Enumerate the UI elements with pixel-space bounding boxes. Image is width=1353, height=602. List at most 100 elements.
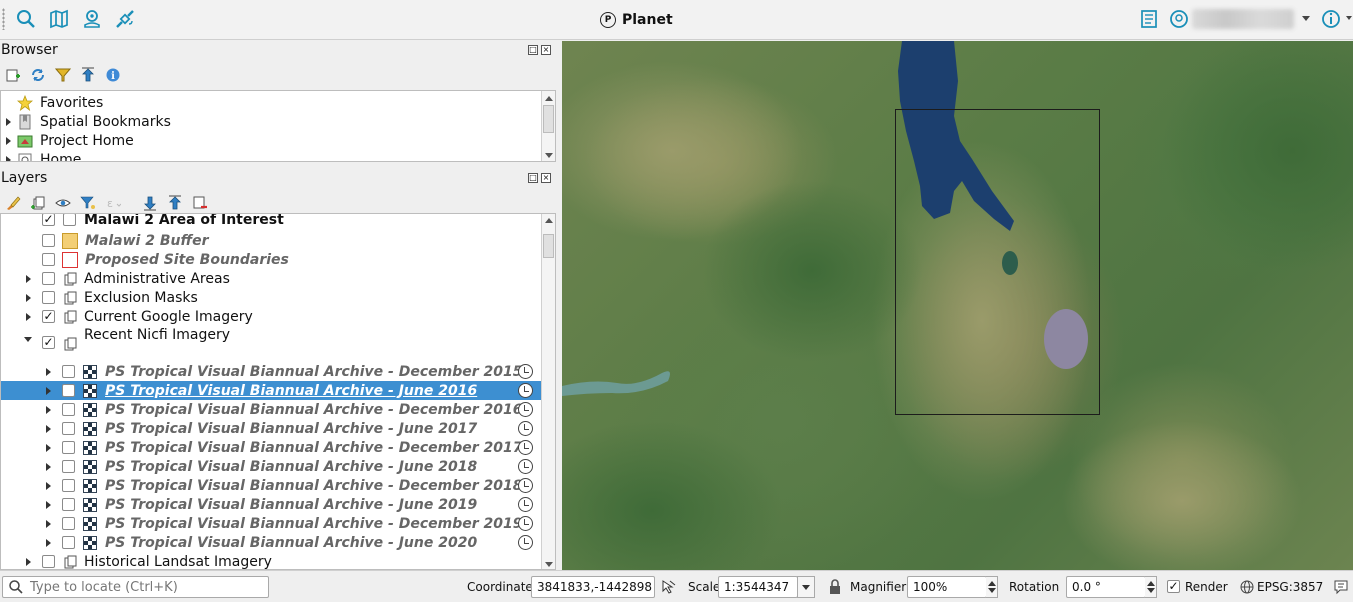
layers-close-icon[interactable]: × (541, 173, 551, 183)
layer-checkbox[interactable] (42, 291, 55, 304)
expand-arrow-icon[interactable] (44, 519, 52, 528)
layer-row-archive[interactable]: PS Tropical Visual Biannual Archive - De… (1, 476, 541, 495)
temporal-clock-icon[interactable] (518, 516, 533, 531)
layer-row-archive[interactable]: PS Tropical Visual Biannual Archive - Ju… (1, 533, 541, 552)
locator-search-input[interactable]: Type to locate (Ctrl+K) (2, 576, 269, 598)
layer-row-archive[interactable]: PS Tropical Visual Biannual Archive - De… (1, 400, 541, 419)
temporal-clock-icon[interactable] (518, 402, 533, 417)
layer-row-archive[interactable]: PS Tropical Visual Biannual Archive - Ju… (1, 419, 541, 438)
magnifier-spinner[interactable] (986, 576, 998, 598)
temporal-clock-icon[interactable] (518, 535, 533, 550)
layer-checkbox[interactable] (62, 365, 75, 378)
layer-group-recent-nicfi-imagery[interactable]: ✓ Recent Nicfi Imagery (1, 326, 541, 351)
layers-scrollbar[interactable] (541, 214, 555, 569)
magnifier-field[interactable]: 100% (907, 576, 987, 598)
browser-close-icon[interactable]: × (541, 45, 551, 55)
coordinate-field[interactable]: 3841833,-1442898 (531, 576, 655, 598)
expand-arrow-icon[interactable] (44, 538, 52, 547)
layer-checkbox[interactable] (42, 253, 55, 266)
layer-checkbox[interactable] (62, 384, 75, 397)
browser-item-spatial-bookmarks[interactable]: Spatial Bookmarks (1, 112, 541, 131)
scroll-up-icon[interactable] (545, 96, 553, 101)
render-checkbox[interactable]: ✓ (1167, 580, 1180, 593)
expand-arrow-icon[interactable] (4, 117, 12, 126)
satellite-icon[interactable] (112, 6, 138, 32)
crs-globe-icon[interactable] (1240, 580, 1254, 594)
rotation-spinner[interactable] (1145, 576, 1157, 598)
expand-all-icon[interactable] (141, 194, 159, 212)
collapse-arrow-icon[interactable] (24, 335, 32, 343)
expand-arrow-icon[interactable] (24, 557, 32, 566)
add-group-icon[interactable] (29, 194, 47, 212)
layer-checkbox[interactable]: ✓ (42, 336, 55, 349)
filter-icon[interactable] (54, 66, 72, 84)
add-layer-icon[interactable] (4, 66, 22, 84)
basemaps-map-icon[interactable] (46, 6, 72, 32)
expand-arrow-icon[interactable] (44, 424, 52, 433)
layer-row-archive[interactable]: PS Tropical Visual Biannual Archive - De… (1, 514, 541, 533)
refresh-icon[interactable] (29, 66, 47, 84)
expand-arrow-icon[interactable] (44, 481, 52, 490)
visibility-eye-icon[interactable] (54, 194, 72, 212)
layer-group-administrative-areas[interactable]: Administrative Areas (1, 269, 541, 288)
temporal-clock-icon[interactable] (518, 383, 533, 398)
user-name-blurred[interactable] (1192, 9, 1294, 29)
layer-checkbox[interactable] (42, 272, 55, 285)
browser-float-icon[interactable]: □ (528, 45, 538, 55)
scroll-up-icon[interactable] (545, 218, 553, 223)
explore-search-icon[interactable] (13, 6, 39, 32)
layer-row-archive-selected[interactable]: PS Tropical Visual Biannual Archive - Ju… (1, 381, 541, 400)
expand-arrow-icon[interactable] (24, 293, 32, 302)
layer-checkbox[interactable] (62, 441, 75, 454)
layer-checkbox[interactable]: ✓ (42, 310, 55, 323)
layer-row-proposed-sites[interactable]: Proposed Site Boundaries (1, 250, 541, 269)
expand-arrow-icon[interactable] (4, 136, 12, 145)
temporal-clock-icon[interactable] (518, 440, 533, 455)
tasking-pin-icon[interactable] (79, 6, 105, 32)
layer-checkbox[interactable] (62, 460, 75, 473)
layer-checkbox[interactable] (62, 479, 75, 492)
crs-label[interactable]: EPSG:3857 (1257, 580, 1323, 594)
expand-arrow-icon[interactable] (44, 443, 52, 452)
collapse-all-layers-icon[interactable] (166, 194, 184, 212)
scrollbar-thumb[interactable] (543, 105, 554, 133)
scale-field[interactable]: 1:3544347 (718, 576, 798, 598)
info-icon[interactable]: i (104, 66, 122, 84)
scroll-down-icon[interactable] (545, 153, 553, 158)
layer-checkbox[interactable] (42, 555, 55, 568)
expand-arrow-icon[interactable] (44, 462, 52, 471)
temporal-clock-icon[interactable] (518, 364, 533, 379)
expand-arrow-icon[interactable] (44, 500, 52, 509)
expand-arrow-icon[interactable] (24, 274, 32, 283)
layer-checkbox[interactable] (62, 422, 75, 435)
layer-row-archive[interactable]: PS Tropical Visual Biannual Archive - De… (1, 438, 541, 457)
scale-lock-icon[interactable] (828, 579, 842, 595)
style-brush-icon[interactable] (4, 194, 22, 212)
layer-checkbox[interactable]: ✓ (42, 214, 55, 226)
messages-icon[interactable] (1332, 578, 1350, 596)
remove-layer-icon[interactable] (191, 194, 209, 212)
temporal-clock-icon[interactable] (518, 459, 533, 474)
scale-dropdown-button[interactable] (797, 576, 815, 598)
layer-checkbox[interactable] (62, 517, 75, 530)
user-menu-chevron-down-icon[interactable] (1302, 16, 1310, 21)
collapse-all-icon[interactable] (79, 66, 97, 84)
filter-legend-icon[interactable] (79, 194, 97, 212)
expand-arrow-icon[interactable] (24, 312, 32, 321)
layer-row-malawi-aoi[interactable]: ✓ Malawi 2 Area of Interest (1, 214, 541, 229)
layer-checkbox[interactable] (42, 234, 55, 247)
orders-list-icon[interactable] (1136, 6, 1162, 32)
layer-checkbox[interactable] (62, 498, 75, 511)
browser-scrollbar[interactable] (541, 91, 555, 161)
rotation-field[interactable]: 0.0 ° (1066, 576, 1146, 598)
temporal-clock-icon[interactable] (518, 421, 533, 436)
layer-checkbox[interactable] (62, 536, 75, 549)
area-of-interest-rectangle[interactable] (895, 109, 1100, 415)
info-help-icon[interactable] (1318, 6, 1344, 32)
expand-arrow-icon[interactable] (44, 405, 52, 414)
expression-filter-icon[interactable]: ε (104, 194, 122, 212)
layer-group-historical-landsat[interactable]: Historical Landsat Imagery (1, 552, 541, 569)
help-chevron-down-icon[interactable] (1346, 16, 1352, 20)
layer-row-archive[interactable]: PS Tropical Visual Biannual Archive - Ju… (1, 495, 541, 514)
layer-group-exclusion-masks[interactable]: Exclusion Masks (1, 288, 541, 307)
